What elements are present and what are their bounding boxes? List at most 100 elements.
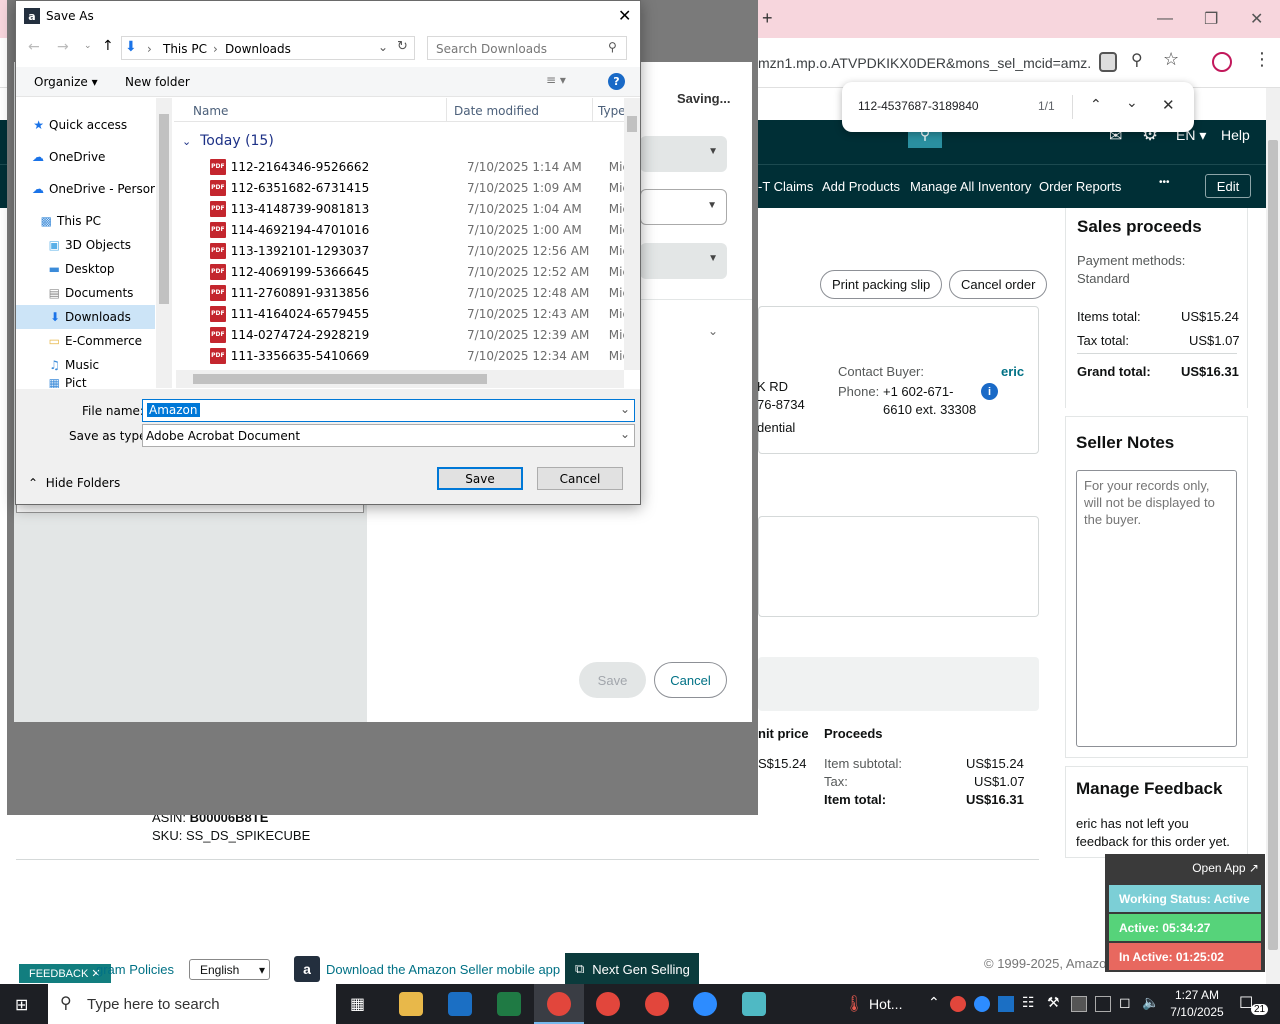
nav-item-manage-inventory[interactable]: Manage All Inventory (910, 179, 1031, 194)
search-icon[interactable]: ⚲ (1131, 50, 1143, 70)
menu-kebab-icon[interactable]: ⋮ (1253, 49, 1271, 70)
group-header-today[interactable]: ⌄ Today (15) (182, 133, 274, 149)
outlook-icon[interactable] (448, 992, 472, 1016)
column-name[interactable]: Name (193, 104, 228, 118)
tree-item-music[interactable]: ♫ Music (16, 353, 155, 377)
file-row[interactable]: PDF 111-3356635-5410669 7/10/2025 12:34 AM… (194, 345, 634, 366)
excel-icon[interactable] (497, 992, 521, 1016)
chrome-taskbar-active[interactable] (534, 984, 584, 1024)
thermometer-icon[interactable]: 🌡 (844, 994, 864, 1014)
windows-start-icon[interactable]: ⊞ (15, 995, 28, 1015)
url-field[interactable]: mzn1.mp.o.ATVPDKIKX0DER&mons_sel_mcid=am… (758, 55, 1090, 71)
breadcrumb[interactable]: ⬇ › This PC › Downloads ⌄ (121, 36, 415, 60)
find-previous-icon[interactable]: ⌃ (1090, 96, 1102, 113)
tree-item-documents[interactable]: ▤ Documents (16, 281, 155, 305)
file-list-vscrollbar[interactable] (624, 98, 640, 370)
cancel-order-button[interactable]: Cancel order (949, 270, 1048, 299)
chrome-tray-icon[interactable] (950, 996, 966, 1012)
help-link[interactable]: Help (1221, 127, 1250, 143)
tree-item-this-pc[interactable]: ▩ This PC (16, 209, 155, 233)
weather-text[interactable]: Hot... (869, 996, 902, 1012)
tray-chevron-icon[interactable]: ⌃ (928, 994, 940, 1011)
organize-menu[interactable]: Organize ▾ (34, 75, 98, 89)
tree-item-quick-access[interactable]: ★ Quick access (16, 113, 155, 137)
clock-time[interactable]: 1:27 AM (1169, 988, 1225, 1002)
hide-folders-toggle[interactable]: ⌃ Hide Folders (28, 476, 120, 490)
taskbar-search-box[interactable]: ⚲ Type here to search (48, 984, 336, 1024)
file-list-hscrollbar[interactable] (176, 370, 624, 388)
find-next-icon[interactable]: ⌄ (1126, 94, 1138, 111)
print-packing-slip-button[interactable]: Print packing slip (820, 270, 943, 299)
tree-item-pictures[interactable]: ▦ Pict (16, 376, 155, 388)
more-menu-icon[interactable]: ••• (1159, 177, 1170, 188)
minimize-icon[interactable]: — (1157, 10, 1173, 28)
nav-item-order-reports[interactable]: Order Reports (1039, 179, 1121, 194)
security-tray-icon[interactable]: ⚒ (1047, 994, 1060, 1011)
zoom-app-icon[interactable] (693, 992, 717, 1016)
volume-icon[interactable]: 🔈 (1142, 994, 1159, 1011)
chevron-down-icon[interactable]: ⌄ (708, 324, 718, 338)
zoom-tray-icon[interactable] (974, 996, 990, 1012)
seller-notes-textarea[interactable] (1076, 470, 1237, 747)
nav-item-claims[interactable]: -T Claims (758, 179, 813, 194)
scrollbar-thumb[interactable] (193, 374, 487, 384)
file-row[interactable]: PDF 112-2164346-9526662 7/10/2025 1:14 AM M… (194, 156, 634, 177)
language-tray-icon[interactable]: ☷ (1022, 994, 1035, 1011)
refresh-icon[interactable]: ↻ (397, 39, 408, 54)
find-close-icon[interactable]: ✕ (1162, 96, 1175, 114)
tree-item-3d-objects[interactable]: ▣ 3D Objects (16, 233, 155, 257)
search-downloads-input[interactable]: Search Downloads ⚲ (427, 36, 627, 60)
file-row[interactable]: PDF 111-4164024-6579455 7/10/2025 12:43 AM… (194, 303, 634, 324)
app-icon[interactable] (742, 992, 766, 1016)
file-row[interactable]: PDF 114-0274724-2928219 7/10/2025 12:39 AM… (194, 324, 634, 345)
dialog-close-icon[interactable]: ✕ (618, 6, 631, 25)
modal-select-3[interactable]: ▼ (640, 243, 727, 279)
edit-nav-button[interactable]: Edit (1205, 174, 1251, 198)
file-row[interactable]: PDF 113-1392101-1293037 7/10/2025 12:56 AM… (194, 240, 634, 261)
profile-avatar-icon[interactable] (1212, 52, 1232, 72)
page-search-icon[interactable] (1099, 52, 1117, 72)
column-date-modified[interactable]: Date modified (454, 104, 539, 118)
buyer-name-link[interactable]: eric (1001, 364, 1024, 379)
modal-select-2[interactable]: ▼ (640, 189, 727, 225)
file-row[interactable]: PDF 113-4148739-9081813 7/10/2025 1:04 AM M… (194, 198, 634, 219)
restore-icon[interactable]: ❐ (1204, 9, 1218, 29)
help-icon[interactable]: ? (608, 73, 625, 90)
info-icon[interactable]: i (981, 383, 998, 400)
cancel-button[interactable]: Cancel (537, 467, 623, 490)
page-scrollbar[interactable] (1266, 120, 1280, 984)
breadcrumb-this-pc[interactable]: This PC (163, 42, 207, 56)
tree-item-desktop[interactable]: ▬ Desktop (16, 257, 155, 281)
file-row[interactable]: PDF 112-4069199-5366645 7/10/2025 12:52 AM… (194, 261, 634, 282)
file-name-input[interactable]: Amazon ⌄ (142, 399, 635, 422)
new-tab-button[interactable]: + (762, 8, 773, 29)
chrome-icon[interactable] (596, 992, 620, 1016)
find-input[interactable]: 112-4537687-3189840 (858, 99, 979, 113)
file-row[interactable]: PDF 114-4692194-4701016 7/10/2025 1:00 AM M… (194, 219, 634, 240)
save-as-type-select[interactable]: Adobe Acrobat Document ⌄ (142, 424, 635, 447)
language-dropdown[interactable]: English ▾ (189, 959, 270, 980)
modal-select-1[interactable]: ▼ (640, 136, 727, 172)
forward-arrow-icon[interactable]: → (57, 39, 69, 55)
up-arrow-icon[interactable]: ↑ (102, 38, 114, 54)
modal-save-button[interactable]: Save (579, 662, 646, 698)
chevron-down-icon[interactable]: ⌄ (378, 40, 388, 54)
tree-item-downloads[interactable]: ⬇ Downloads (16, 305, 155, 329)
bookmark-star-icon[interactable]: ☆ (1163, 49, 1179, 70)
next-gen-selling-button[interactable]: ⧉ Next Gen Selling (565, 953, 699, 984)
vpn-tray-icon[interactable] (1071, 996, 1087, 1012)
scrollbar-thumb[interactable] (1268, 140, 1278, 950)
open-app-link[interactable]: Open App ↗ (1192, 861, 1259, 875)
recent-locations-icon[interactable]: ⌄ (84, 41, 92, 51)
column-type[interactable]: Type (598, 104, 626, 118)
download-app-link[interactable]: Download the Amazon Seller mobile app (326, 962, 560, 977)
task-view-icon[interactable]: ▦ (350, 994, 365, 1014)
tree-item-onedrive-personal[interactable]: ☁ OneDrive - Persor (16, 177, 155, 201)
file-row[interactable]: PDF 111-2760891-9313856 7/10/2025 12:48 AM… (194, 282, 634, 303)
chrome-icon[interactable] (645, 992, 669, 1016)
outlook-tray-icon[interactable] (998, 996, 1014, 1012)
display-tray-icon[interactable] (1095, 996, 1111, 1012)
clock-date[interactable]: 7/10/2025 (1166, 1005, 1228, 1019)
breadcrumb-downloads[interactable]: Downloads (225, 42, 291, 56)
file-explorer-icon[interactable] (399, 992, 423, 1016)
